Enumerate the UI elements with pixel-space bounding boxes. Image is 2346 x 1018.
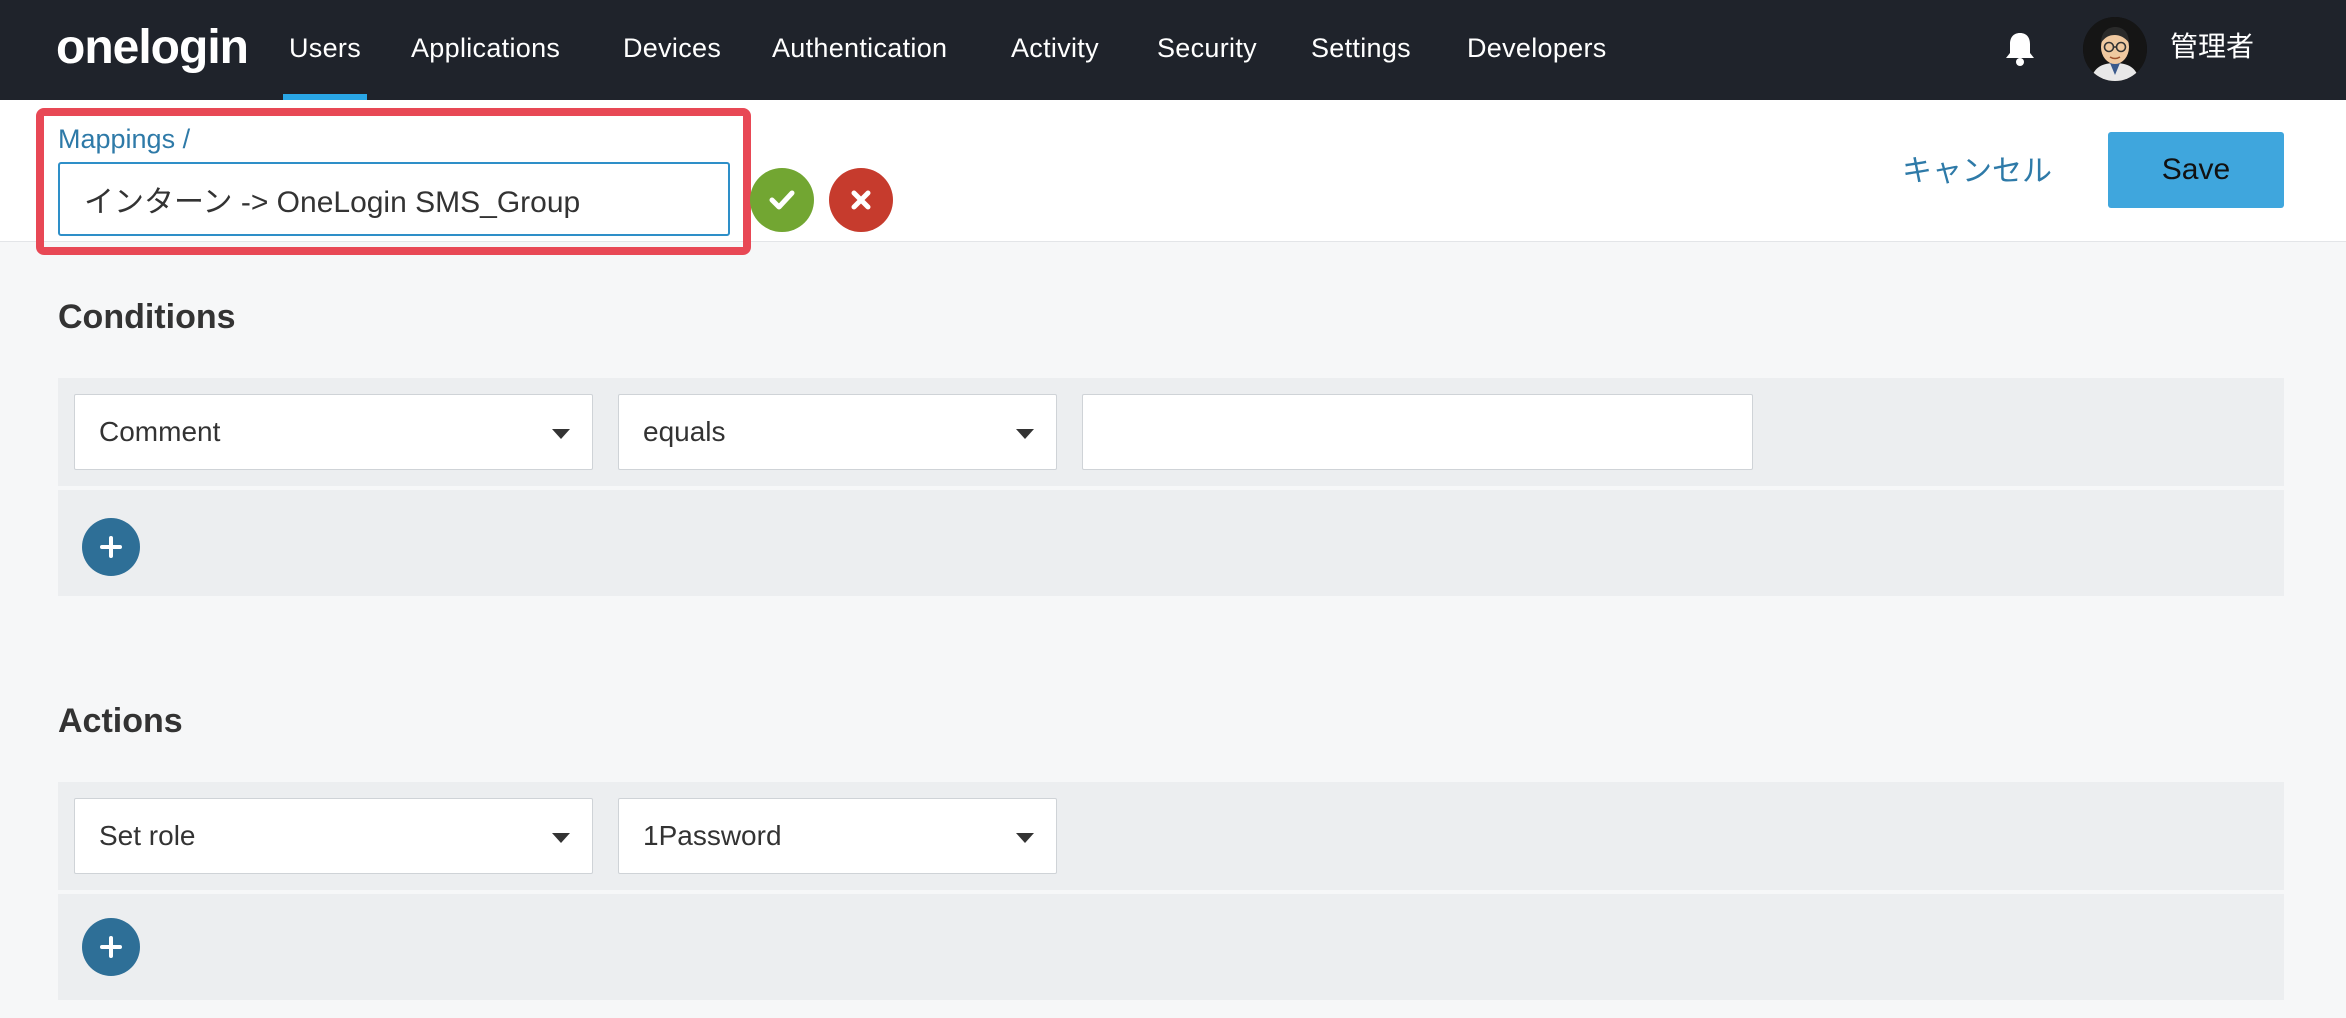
action-type-value: Set role: [99, 820, 196, 851]
action-row: Set role 1Password: [58, 782, 2284, 890]
nav-item-developers[interactable]: Developers: [1467, 0, 1607, 100]
condition-field-value: Comment: [99, 416, 221, 447]
nav-item-security[interactable]: Security: [1157, 0, 1257, 100]
condition-value-input[interactable]: [1082, 394, 1753, 470]
top-nav: onelogin Users Applications Devices Auth…: [0, 0, 2346, 100]
nav-item-activity[interactable]: Activity: [1011, 0, 1099, 100]
chevron-down-icon: [1016, 833, 1034, 843]
action-add-row: [58, 894, 2284, 1000]
chevron-down-icon: [552, 833, 570, 843]
nav-item-settings[interactable]: Settings: [1311, 0, 1411, 100]
user-avatar[interactable]: [2083, 17, 2147, 81]
check-icon: [769, 190, 795, 210]
nav-item-devices[interactable]: Devices: [623, 0, 721, 100]
user-name[interactable]: 管理者: [2170, 0, 2254, 96]
condition-add-row: [58, 490, 2284, 596]
action-value-select[interactable]: 1Password: [618, 798, 1057, 874]
x-icon: [851, 190, 871, 210]
cancel-button[interactable]: キャンセル: [1902, 146, 2052, 190]
add-condition-button[interactable]: [82, 518, 140, 576]
nav-item-users[interactable]: Users: [282, 0, 368, 100]
action-value-value: 1Password: [643, 820, 782, 851]
save-button[interactable]: Save: [2108, 132, 2284, 208]
onelogin-logo[interactable]: onelogin: [56, 18, 249, 78]
confirm-name-button[interactable]: [750, 168, 814, 232]
plus-icon: [100, 536, 122, 558]
actions-title: Actions: [58, 702, 183, 740]
chevron-down-icon: [1016, 429, 1034, 439]
breadcrumb-mappings[interactable]: Mappings /: [58, 124, 190, 155]
nav-item-authentication[interactable]: Authentication: [772, 0, 947, 100]
condition-operator-value: equals: [643, 416, 726, 447]
conditions-title: Conditions: [58, 298, 236, 336]
condition-row: Comment equals: [58, 378, 2284, 486]
action-type-select[interactable]: Set role: [74, 798, 593, 874]
mapping-name-input[interactable]: [58, 162, 730, 236]
nav-item-applications[interactable]: Applications: [411, 0, 560, 100]
condition-operator-select[interactable]: equals: [618, 394, 1057, 470]
plus-icon: [100, 936, 122, 958]
add-action-button[interactable]: [82, 918, 140, 976]
condition-field-select[interactable]: Comment: [74, 394, 593, 470]
chevron-down-icon: [552, 429, 570, 439]
discard-name-button[interactable]: [829, 168, 893, 232]
bell-icon[interactable]: [2003, 30, 2037, 68]
